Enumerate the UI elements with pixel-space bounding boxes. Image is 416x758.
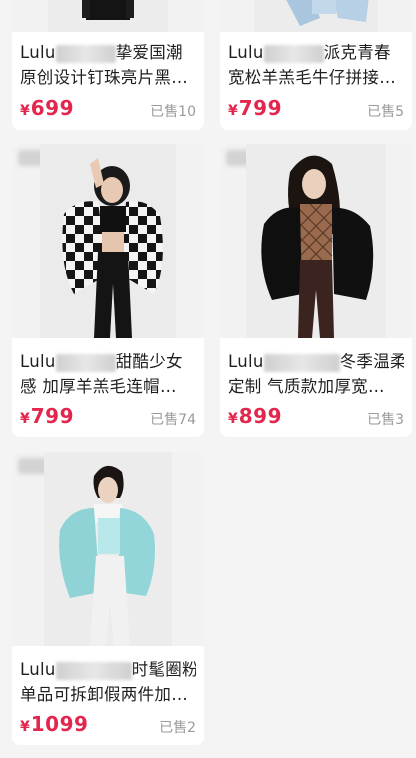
- product-image[interactable]: [12, 452, 204, 646]
- product-card[interactable]: Lulu 甜酷少女 感 加厚羊羔毛连帽… ¥799 已售74: [12, 144, 204, 437]
- product-card[interactable]: Lulu 派克青春 宽松羊羔毛牛仔拼接… ¥799 已售5: [220, 0, 412, 130]
- product-card[interactable]: Lulu 时髦圈粉 单品可拆卸假两件加… ¥1099 已售2: [12, 452, 204, 745]
- product-image[interactable]: [220, 0, 412, 32]
- currency-symbol: ¥: [20, 719, 30, 735]
- title-line2: 宽松羊羔毛牛仔拼接…: [228, 68, 396, 87]
- model-photo: [261, 155, 374, 338]
- sold-count: 已售2: [159, 720, 196, 736]
- product-title[interactable]: Lulu 时髦圈粉 单品可拆卸假两件加…: [20, 657, 196, 707]
- title-line1-suffix: 冬季温柔: [339, 352, 404, 371]
- title-line1-suffix: 甜酷少女: [115, 352, 183, 371]
- title-line1-suffix: 时髦圈粉: [131, 660, 196, 679]
- title-brand: Lulu: [228, 43, 264, 62]
- redacted-text: [55, 353, 116, 372]
- redacted-text: [55, 661, 132, 680]
- price-value: 899: [238, 404, 282, 428]
- title-brand: Lulu: [20, 43, 56, 62]
- product-price: ¥799: [228, 96, 282, 120]
- product-title[interactable]: Lulu 冬季温柔 定制 气质款加厚宽…: [228, 349, 404, 399]
- currency-symbol: ¥: [20, 103, 30, 119]
- title-line2: 原创设计钉珠亮片黑…: [20, 68, 188, 87]
- sold-count: 已售3: [367, 412, 404, 428]
- product-image[interactable]: [12, 144, 204, 338]
- title-brand: Lulu: [228, 352, 264, 371]
- price-value: 799: [30, 404, 74, 428]
- product-price: ¥899: [228, 404, 282, 428]
- sold-count: 已售5: [367, 104, 404, 120]
- title-brand: Lulu: [20, 352, 56, 371]
- price-value: 699: [30, 96, 74, 120]
- redacted-text: [263, 44, 324, 63]
- product-image[interactable]: [220, 144, 412, 338]
- product-price: ¥699: [20, 96, 74, 120]
- product-image[interactable]: [12, 0, 204, 32]
- title-line2: 单品可拆卸假两件加…: [20, 685, 188, 704]
- product-title[interactable]: Lulu 甜酷少女 感 加厚羊羔毛连帽…: [20, 349, 196, 399]
- price-value: 1099: [30, 712, 89, 736]
- redacted-text: [55, 44, 116, 63]
- title-line2: 感 加厚羊羔毛连帽…: [20, 377, 177, 396]
- product-title[interactable]: Lulu 派克青春 宽松羊羔毛牛仔拼接…: [228, 40, 404, 90]
- price-value: 799: [238, 96, 282, 120]
- product-price: ¥1099: [20, 712, 88, 736]
- model-photo: [59, 465, 155, 646]
- sold-count: 已售10: [150, 104, 196, 120]
- model-photo: [62, 158, 163, 338]
- title-line1-suffix: 挚爱国潮: [115, 43, 183, 62]
- title-brand: Lulu: [20, 660, 56, 679]
- currency-symbol: ¥: [20, 411, 30, 427]
- currency-symbol: ¥: [228, 103, 238, 119]
- title-line2: 定制 气质款加厚宽…: [228, 377, 385, 396]
- redacted-text: [263, 353, 340, 372]
- currency-symbol: ¥: [228, 411, 238, 427]
- product-price: ¥799: [20, 404, 74, 428]
- product-card[interactable]: Lulu 挚爱国潮 原创设计钉珠亮片黑… ¥699 已售10: [12, 0, 204, 130]
- sold-count: 已售74: [150, 412, 196, 428]
- product-title[interactable]: Lulu 挚爱国潮 原创设计钉珠亮片黑…: [20, 40, 196, 90]
- title-line1-suffix: 派克青春: [323, 43, 391, 62]
- product-card[interactable]: Lulu 冬季温柔 定制 气质款加厚宽… ¥899 已售3: [220, 144, 412, 437]
